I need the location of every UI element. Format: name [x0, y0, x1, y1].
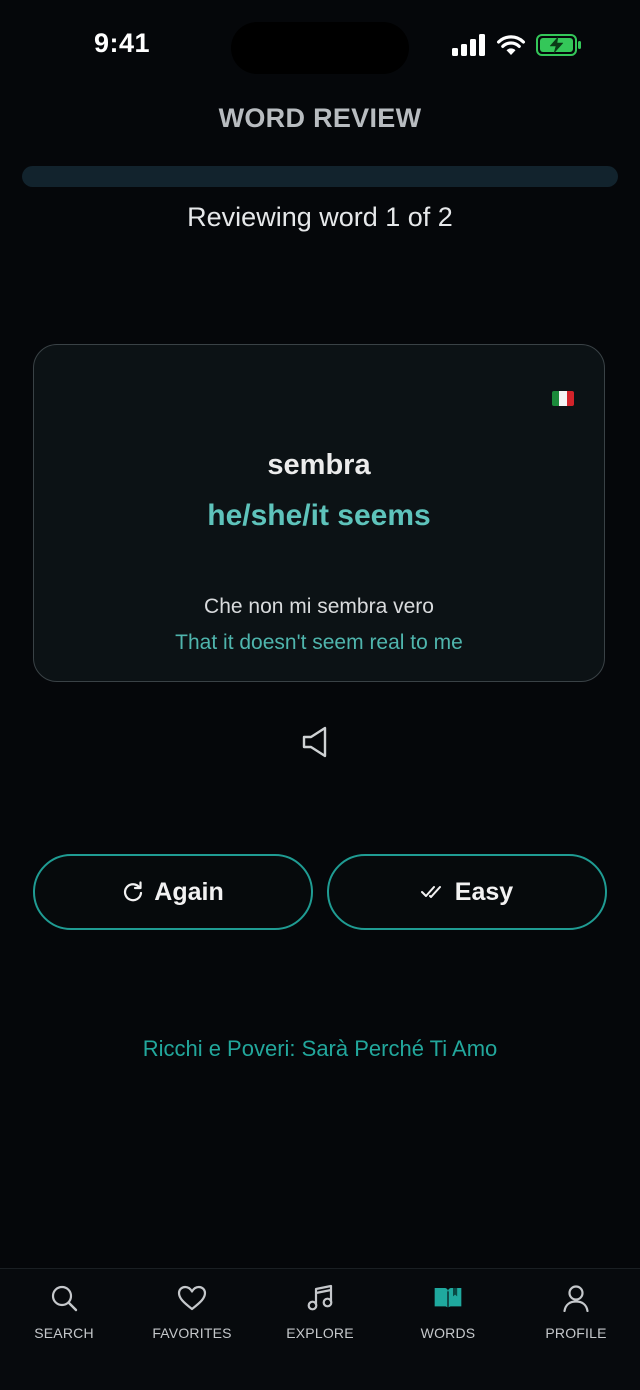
status-bar: 9:41: [0, 0, 640, 96]
refresh-icon: [124, 881, 143, 902]
user-icon: [563, 1285, 589, 1312]
example-translation: That it doesn't seem real to me: [175, 631, 463, 654]
italy-flag-icon: [552, 391, 574, 406]
tab-profile[interactable]: PROFILE: [512, 1269, 640, 1390]
word-review-screen: 9:41 WORD REVIEW Reviewing word 1 of 2 s…: [0, 0, 640, 1390]
wifi-icon: [497, 35, 525, 55]
tab-label: EXPLORE: [286, 1325, 354, 1341]
heart-icon: [177, 1285, 207, 1311]
easy-label: Easy: [454, 877, 514, 906]
easy-button[interactable]: Easy: [327, 854, 607, 930]
book-icon: [434, 1288, 462, 1309]
tab-words[interactable]: WORDS: [384, 1269, 512, 1390]
song-link[interactable]: Ricchi e Poveri: Sarà Perché Ti Amo: [0, 1036, 640, 1062]
again-label: Again: [154, 877, 224, 906]
progress-bar: [22, 166, 618, 187]
music-note-icon: [307, 1284, 333, 1311]
status-time: 9:41: [94, 28, 151, 58]
tab-search[interactable]: SEARCH: [0, 1269, 128, 1390]
example-sentence: Che non mi sembra vero: [204, 595, 434, 618]
page-title: WORD REVIEW: [218, 103, 422, 133]
speaker-icon[interactable]: [301, 726, 331, 758]
double-check-icon: [420, 886, 441, 898]
word-text: sembra: [267, 449, 371, 481]
word-translation: he/she/it seems: [207, 499, 431, 532]
battery-charging-icon: [536, 34, 581, 56]
status-icons: [452, 34, 582, 56]
tab-label: FAVORITES: [152, 1325, 232, 1341]
word-card[interactable]: sembra he/she/it seems Che non mi sembra…: [33, 344, 605, 682]
tab-label: SEARCH: [34, 1325, 94, 1341]
again-button[interactable]: Again: [33, 854, 313, 930]
tab-explore[interactable]: EXPLORE: [256, 1269, 384, 1390]
tab-label: WORDS: [420, 1325, 476, 1341]
search-icon: [51, 1285, 78, 1312]
tab-favorites[interactable]: FAVORITES: [128, 1269, 256, 1390]
tab-label: PROFILE: [545, 1325, 607, 1341]
dynamic-island: [231, 22, 409, 74]
cellular-signal-icon: [452, 34, 485, 56]
tab-bar: SEARCH FAVORITES EXPLORE WORDS PROFILE: [0, 1268, 640, 1390]
progress-text: Reviewing word 1 of 2: [187, 202, 453, 232]
